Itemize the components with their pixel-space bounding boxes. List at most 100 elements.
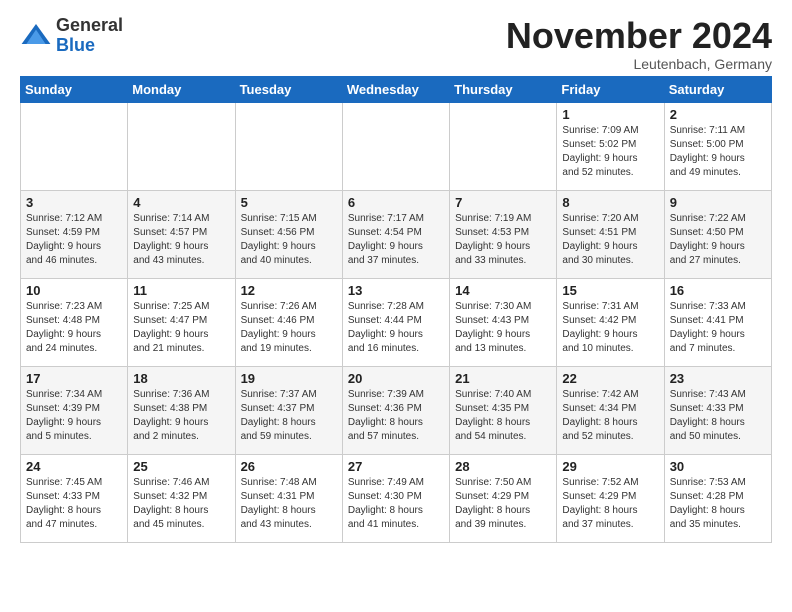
day-cell-0-0 [21, 102, 128, 190]
header-row: General Blue November 2024 Leutenbach, G… [20, 16, 772, 72]
day-number-17: 17 [26, 371, 122, 386]
day-number-26: 26 [241, 459, 337, 474]
page: General Blue November 2024 Leutenbach, G… [0, 0, 792, 553]
day-info-29: Sunrise: 7:52 AM Sunset: 4:29 PM Dayligh… [562, 476, 658, 532]
day-info-24: Sunrise: 7:45 AM Sunset: 4:33 PM Dayligh… [26, 476, 122, 532]
header-row-days: Sunday Monday Tuesday Wednesday Thursday… [21, 76, 772, 102]
day-number-18: 18 [133, 371, 229, 386]
day-info-23: Sunrise: 7:43 AM Sunset: 4:33 PM Dayligh… [670, 388, 766, 444]
day-info-3: Sunrise: 7:12 AM Sunset: 4:59 PM Dayligh… [26, 212, 122, 268]
title-block: November 2024 Leutenbach, Germany [506, 16, 772, 72]
day-info-1: Sunrise: 7:09 AM Sunset: 5:02 PM Dayligh… [562, 124, 658, 180]
month-title: November 2024 [506, 16, 772, 56]
day-info-15: Sunrise: 7:31 AM Sunset: 4:42 PM Dayligh… [562, 300, 658, 356]
day-number-27: 27 [348, 459, 444, 474]
day-info-14: Sunrise: 7:30 AM Sunset: 4:43 PM Dayligh… [455, 300, 551, 356]
day-info-10: Sunrise: 7:23 AM Sunset: 4:48 PM Dayligh… [26, 300, 122, 356]
day-cell-4-1: 25 Sunrise: 7:46 AM Sunset: 4:32 PM Dayli… [128, 454, 235, 542]
day-cell-3-1: 18 Sunrise: 7:36 AM Sunset: 4:38 PM Dayli… [128, 366, 235, 454]
day-info-25: Sunrise: 7:46 AM Sunset: 4:32 PM Dayligh… [133, 476, 229, 532]
day-cell-0-5: 1 Sunrise: 7:09 AM Sunset: 5:02 PM Daylig… [557, 102, 664, 190]
week-row-0: 1 Sunrise: 7:09 AM Sunset: 5:02 PM Daylig… [21, 102, 772, 190]
col-friday: Friday [557, 76, 664, 102]
week-row-2: 10 Sunrise: 7:23 AM Sunset: 4:48 PM Dayli… [21, 278, 772, 366]
day-cell-2-2: 12 Sunrise: 7:26 AM Sunset: 4:46 PM Dayli… [235, 278, 342, 366]
day-number-6: 6 [348, 195, 444, 210]
day-number-20: 20 [348, 371, 444, 386]
day-number-29: 29 [562, 459, 658, 474]
day-number-3: 3 [26, 195, 122, 210]
day-info-20: Sunrise: 7:39 AM Sunset: 4:36 PM Dayligh… [348, 388, 444, 444]
day-cell-4-4: 28 Sunrise: 7:50 AM Sunset: 4:29 PM Dayli… [450, 454, 557, 542]
day-cell-3-2: 19Sunrise: 7:37 AM Sunset: 4:37 PM Dayli… [235, 366, 342, 454]
day-number-7: 7 [455, 195, 551, 210]
day-info-19: Sunrise: 7:37 AM Sunset: 4:37 PM Dayligh… [241, 388, 337, 444]
day-cell-3-4: 21 Sunrise: 7:40 AM Sunset: 4:35 PM Dayli… [450, 366, 557, 454]
day-info-12: Sunrise: 7:26 AM Sunset: 4:46 PM Dayligh… [241, 300, 337, 356]
day-number-11: 11 [133, 283, 229, 298]
day-info-21: Sunrise: 7:40 AM Sunset: 4:35 PM Dayligh… [455, 388, 551, 444]
week-row-3: 17 Sunrise: 7:34 AM Sunset: 4:39 PM Dayli… [21, 366, 772, 454]
day-info-8: Sunrise: 7:20 AM Sunset: 4:51 PM Dayligh… [562, 212, 658, 268]
day-cell-4-5: 29 Sunrise: 7:52 AM Sunset: 4:29 PM Dayli… [557, 454, 664, 542]
day-info-30: Sunrise: 7:53 AM Sunset: 4:28 PM Dayligh… [670, 476, 766, 532]
logo: General Blue [20, 16, 123, 56]
day-cell-4-3: 27Sunrise: 7:49 AM Sunset: 4:30 PM Dayli… [342, 454, 449, 542]
day-number-15: 15 [562, 283, 658, 298]
day-number-5: 5 [241, 195, 337, 210]
day-info-11: Sunrise: 7:25 AM Sunset: 4:47 PM Dayligh… [133, 300, 229, 356]
week-row-4: 24 Sunrise: 7:45 AM Sunset: 4:33 PM Dayli… [21, 454, 772, 542]
day-info-6: Sunrise: 7:17 AM Sunset: 4:54 PM Dayligh… [348, 212, 444, 268]
day-info-9: Sunrise: 7:22 AM Sunset: 4:50 PM Dayligh… [670, 212, 766, 268]
day-number-9: 9 [670, 195, 766, 210]
day-number-8: 8 [562, 195, 658, 210]
logo-blue-text: Blue [56, 36, 123, 56]
day-cell-0-1 [128, 102, 235, 190]
day-cell-0-3 [342, 102, 449, 190]
day-number-10: 10 [26, 283, 122, 298]
day-info-28: Sunrise: 7:50 AM Sunset: 4:29 PM Dayligh… [455, 476, 551, 532]
week-row-1: 3 Sunrise: 7:12 AM Sunset: 4:59 PM Daylig… [21, 190, 772, 278]
col-monday: Monday [128, 76, 235, 102]
day-cell-2-1: 11 Sunrise: 7:25 AM Sunset: 4:47 PM Dayli… [128, 278, 235, 366]
logo-text: General Blue [56, 16, 123, 56]
day-number-22: 22 [562, 371, 658, 386]
day-info-7: Sunrise: 7:19 AM Sunset: 4:53 PM Dayligh… [455, 212, 551, 268]
col-thursday: Thursday [450, 76, 557, 102]
day-cell-2-5: 15 Sunrise: 7:31 AM Sunset: 4:42 PM Dayli… [557, 278, 664, 366]
day-cell-3-3: 20 Sunrise: 7:39 AM Sunset: 4:36 PM Dayli… [342, 366, 449, 454]
day-number-28: 28 [455, 459, 551, 474]
col-saturday: Saturday [664, 76, 771, 102]
generalblue-icon [20, 20, 52, 52]
day-number-30: 30 [670, 459, 766, 474]
day-number-24: 24 [26, 459, 122, 474]
day-cell-2-0: 10 Sunrise: 7:23 AM Sunset: 4:48 PM Dayli… [21, 278, 128, 366]
col-sunday: Sunday [21, 76, 128, 102]
day-number-4: 4 [133, 195, 229, 210]
day-cell-1-0: 3 Sunrise: 7:12 AM Sunset: 4:59 PM Daylig… [21, 190, 128, 278]
day-cell-1-2: 5 Sunrise: 7:15 AM Sunset: 4:56 PM Daylig… [235, 190, 342, 278]
day-number-13: 13 [348, 283, 444, 298]
day-cell-4-0: 24 Sunrise: 7:45 AM Sunset: 4:33 PM Dayli… [21, 454, 128, 542]
day-number-1: 1 [562, 107, 658, 122]
location: Leutenbach, Germany [506, 56, 772, 72]
day-number-25: 25 [133, 459, 229, 474]
day-number-23: 23 [670, 371, 766, 386]
day-info-18: Sunrise: 7:36 AM Sunset: 4:38 PM Dayligh… [133, 388, 229, 444]
day-cell-2-6: 16Sunrise: 7:33 AM Sunset: 4:41 PM Dayli… [664, 278, 771, 366]
col-wednesday: Wednesday [342, 76, 449, 102]
day-cell-0-6: 2Sunrise: 7:11 AM Sunset: 5:00 PM Daylig… [664, 102, 771, 190]
logo-general-text: General [56, 16, 123, 36]
day-number-16: 16 [670, 283, 766, 298]
day-cell-3-0: 17 Sunrise: 7:34 AM Sunset: 4:39 PM Dayli… [21, 366, 128, 454]
day-number-21: 21 [455, 371, 551, 386]
day-cell-2-4: 14Sunrise: 7:30 AM Sunset: 4:43 PM Dayli… [450, 278, 557, 366]
day-cell-1-3: 6 Sunrise: 7:17 AM Sunset: 4:54 PM Daylig… [342, 190, 449, 278]
day-cell-1-1: 4Sunrise: 7:14 AM Sunset: 4:57 PM Daylig… [128, 190, 235, 278]
day-cell-0-2 [235, 102, 342, 190]
day-info-17: Sunrise: 7:34 AM Sunset: 4:39 PM Dayligh… [26, 388, 122, 444]
day-cell-2-3: 13Sunrise: 7:28 AM Sunset: 4:44 PM Dayli… [342, 278, 449, 366]
day-number-12: 12 [241, 283, 337, 298]
day-cell-4-6: 30 Sunrise: 7:53 AM Sunset: 4:28 PM Dayli… [664, 454, 771, 542]
day-info-5: Sunrise: 7:15 AM Sunset: 4:56 PM Dayligh… [241, 212, 337, 268]
